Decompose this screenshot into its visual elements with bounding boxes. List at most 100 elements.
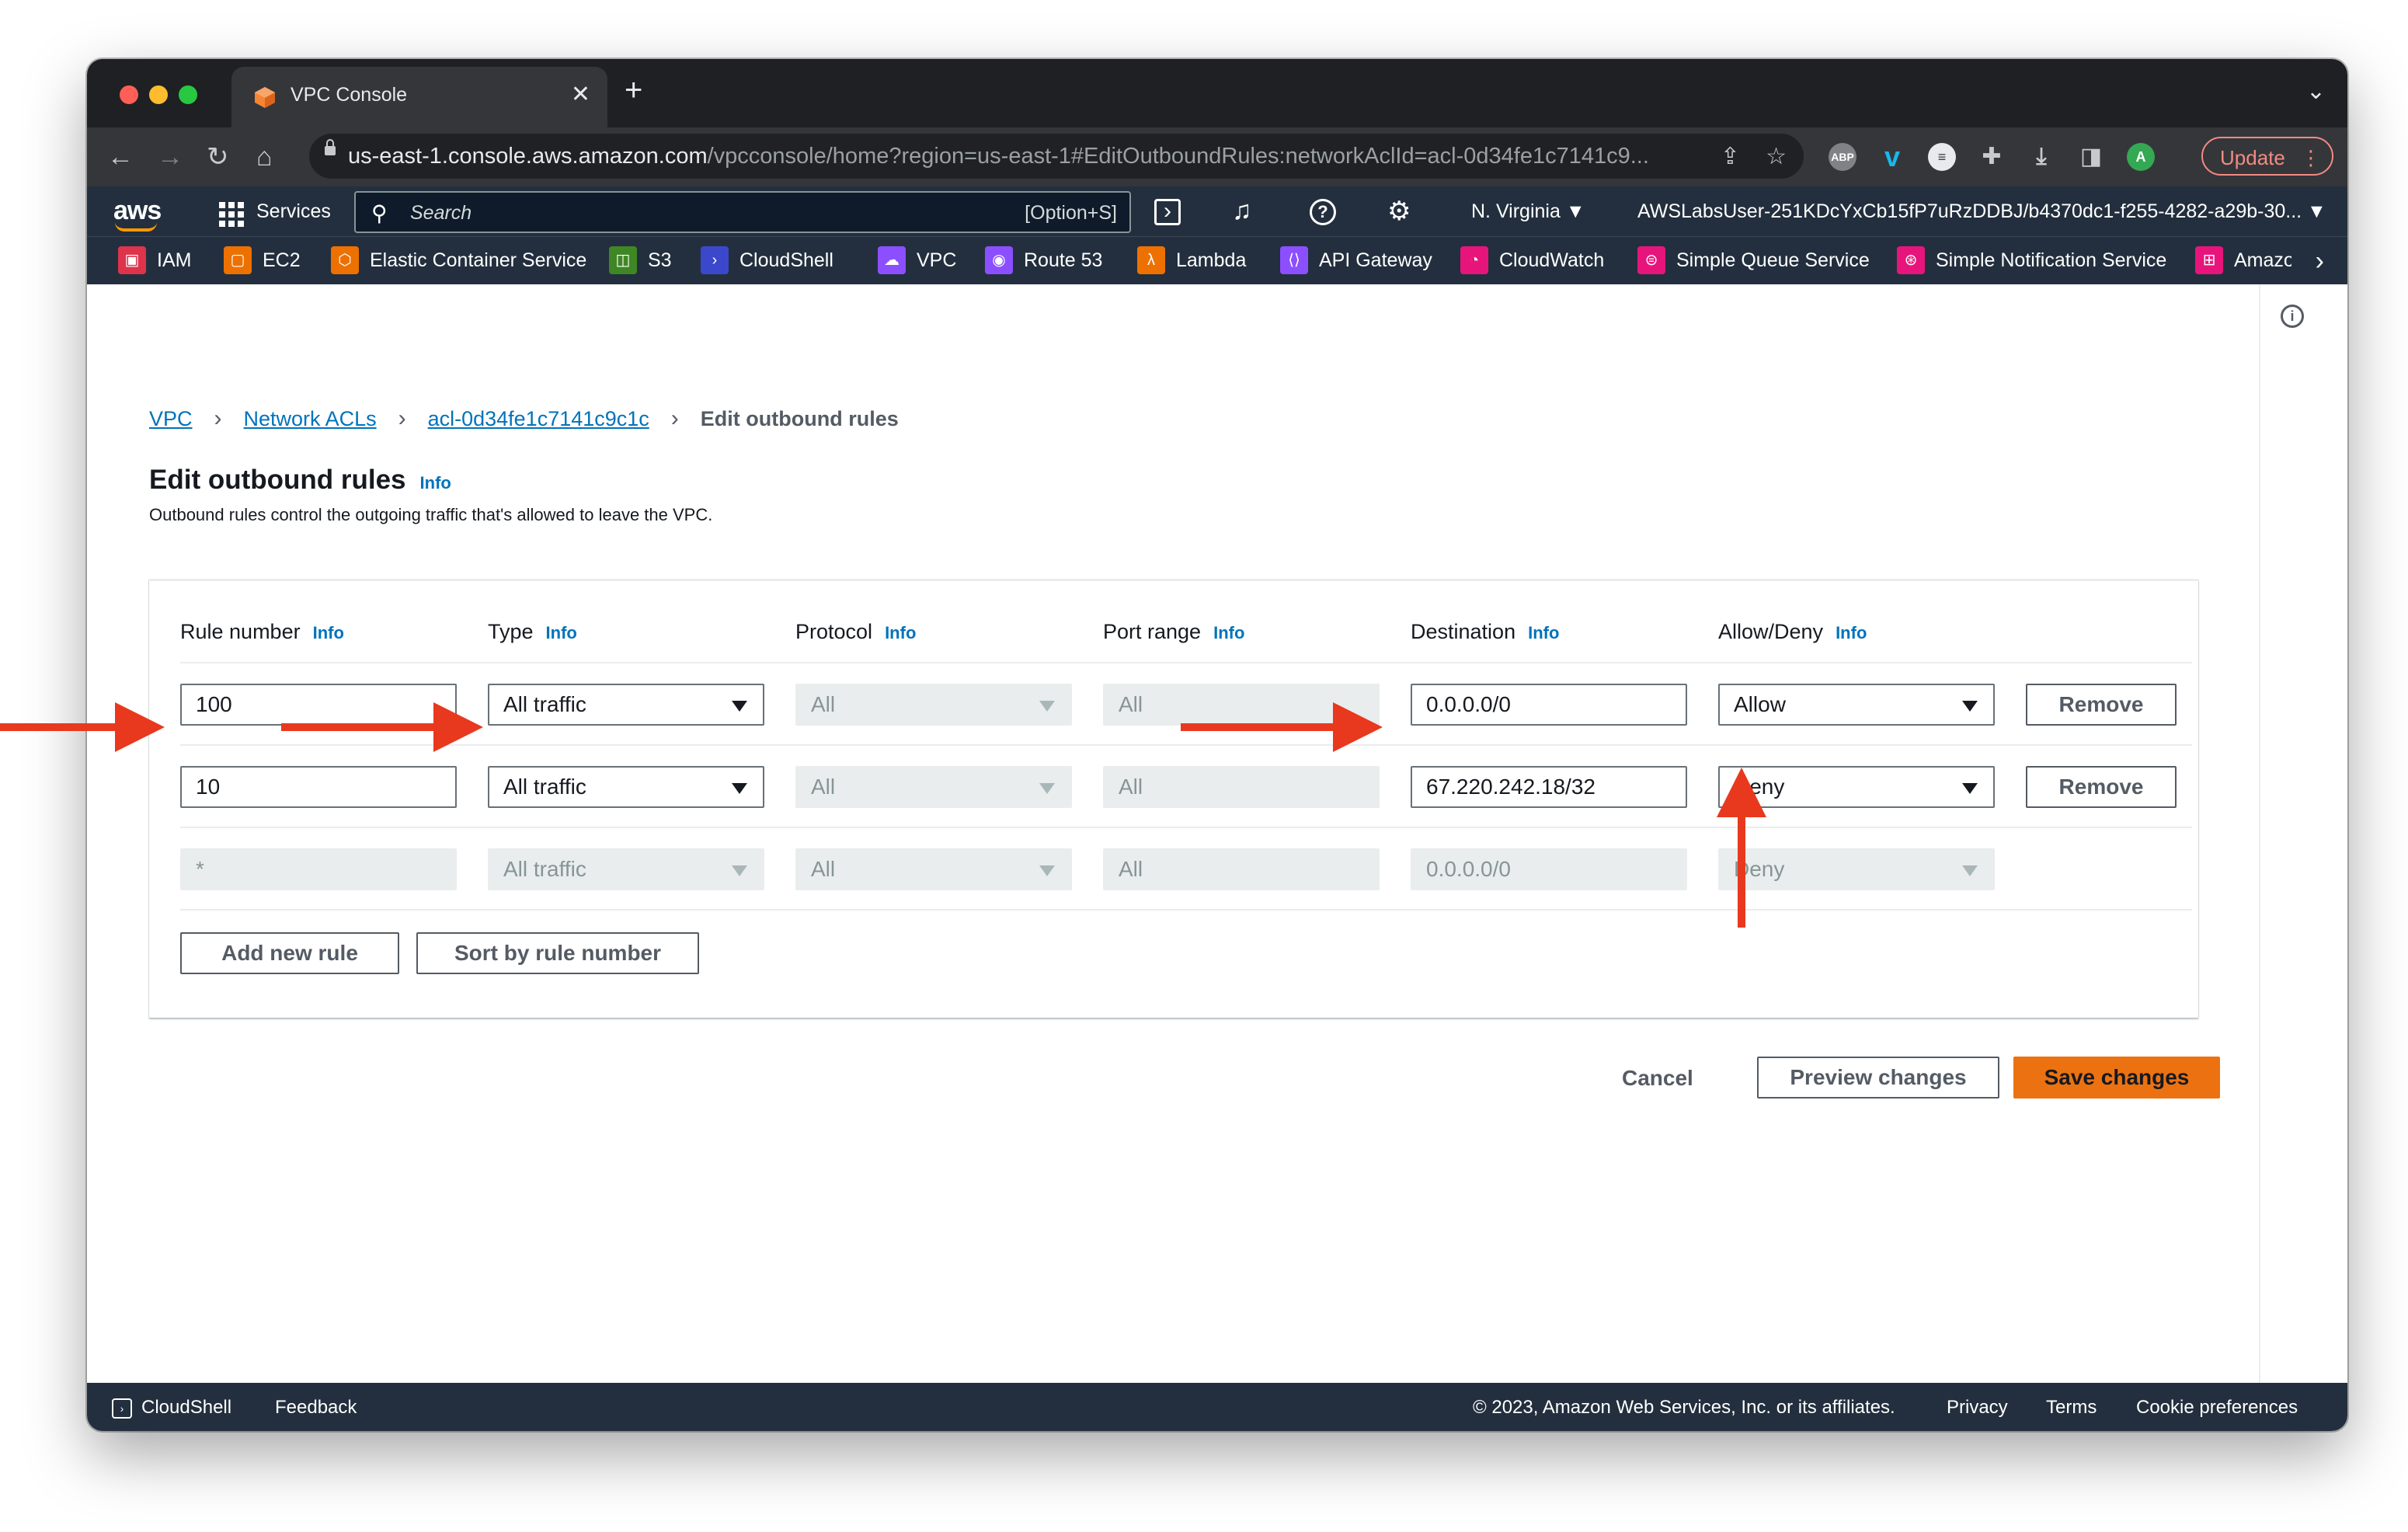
remove-rule-button[interactable]: Remove [2026, 766, 2177, 808]
cloudshell-icon: › [112, 1398, 132, 1419]
zoom-window-button[interactable] [179, 85, 197, 104]
close-tab-icon[interactable]: ✕ [571, 81, 590, 108]
add-new-rule-button[interactable]: Add new rule [180, 932, 399, 974]
type-select[interactable]: All traffic [488, 684, 764, 726]
kebab-menu-icon[interactable]: ⋮ [2301, 138, 2321, 177]
footer-feedback[interactable]: Feedback [275, 1397, 357, 1419]
browser-tab[interactable]: VPC Console ✕ [231, 67, 607, 127]
chevron-right-icon: › [398, 406, 406, 431]
region-selector[interactable]: N. Virginia ▼ [1471, 200, 1585, 223]
caret-down-icon [732, 783, 747, 794]
lock-icon [325, 139, 336, 155]
cloudshell-icon[interactable]: › [1154, 199, 1181, 225]
protocol-select: All [795, 766, 1072, 808]
help-icon[interactable]: ? [1310, 199, 1336, 225]
aws-logo-smile [115, 222, 157, 232]
address-bar[interactable]: us-east-1.console.aws.amazon.com/vpccons… [309, 134, 1804, 179]
profile-avatar[interactable]: A [2127, 143, 2155, 171]
console-footer: › CloudShell Feedback © 2023, Amazon Web … [87, 1383, 2347, 1431]
favorite-cloudwatch[interactable]: ◔ CloudWatch [1460, 246, 1604, 277]
update-button[interactable]: Update ⋮ [2201, 137, 2333, 176]
info-panel-icon[interactable]: i [2281, 305, 2304, 328]
menu-extension-icon[interactable]: ≡ [1928, 143, 1956, 171]
ec2-icon: ▢ [224, 246, 252, 274]
new-tab-icon[interactable]: + [625, 73, 642, 108]
favorite-route53[interactable]: ◉ Route 53 [985, 246, 1102, 277]
favorite-vpc[interactable]: ☁ VPC [878, 246, 956, 277]
destination-input[interactable]: 67.220.242.18/32 [1411, 766, 1687, 808]
side-panel-icon[interactable]: ◨ [2077, 143, 2105, 171]
page-info-link[interactable]: Info [420, 473, 451, 493]
info-link[interactable]: Info [546, 623, 577, 642]
type-select: All traffic [488, 848, 764, 890]
notifications-bell-icon[interactable]: ♫ [1232, 196, 1252, 226]
favorite-cloudshell[interactable]: › CloudShell [701, 246, 833, 277]
caret-down-icon [1962, 865, 1978, 876]
breadcrumb: VPC › Network ACLs › acl-0d34fe1c7141c9c1c › E… [149, 406, 899, 432]
iam-icon: ▣ [118, 246, 146, 274]
settings-gear-icon[interactable]: ⚙ [1387, 196, 1411, 227]
favorite-sns[interactable]: ⊛ Simple Notification Service [1897, 246, 2166, 277]
favorite-ec2[interactable]: ▢ EC2 [224, 246, 301, 277]
destination-input[interactable]: 0.0.0.0/0 [1411, 684, 1687, 726]
home-icon[interactable]: ⌂ [256, 138, 273, 176]
console-search-input[interactable]: ⚲ Search [Option+S] [354, 191, 1131, 233]
services-grid-icon[interactable] [219, 202, 244, 227]
preview-changes-button[interactable]: Preview changes [1757, 1057, 1999, 1099]
rule-number-input[interactable]: 100 [180, 684, 457, 726]
share-icon[interactable]: ⇪ [1721, 143, 1740, 170]
vimeo-extension-icon[interactable]: v [1878, 143, 1906, 171]
lambda-icon: λ [1137, 246, 1165, 274]
api-gateway-icon: ⟨⟩ [1280, 246, 1308, 274]
s3-icon: ◫ [609, 246, 637, 274]
back-arrow-icon[interactable]: ← [107, 138, 134, 176]
footer-cloudshell[interactable]: › CloudShell [112, 1397, 231, 1419]
sort-by-rule-number-button[interactable]: Sort by rule number [416, 932, 699, 974]
download-icon[interactable]: ⤓ [2027, 143, 2055, 171]
service-icon: ⊞ [2195, 246, 2223, 274]
header-port-range: Port range Info [1103, 620, 1245, 643]
chevron-right-icon[interactable]: › [2316, 246, 2324, 277]
favorite-sqs[interactable]: ⊜ Simple Queue Service [1637, 246, 1870, 277]
footer-terms[interactable]: Terms [2046, 1397, 2097, 1419]
reload-icon[interactable]: ↻ [207, 138, 229, 176]
account-menu[interactable]: AWSLabsUser-251KDcYxCb15fP7uRzDDBJ/b4370… [1637, 200, 2326, 223]
footer-privacy[interactable]: Privacy [1947, 1397, 2008, 1419]
breadcrumb-network-acls[interactable]: Network ACLs [244, 407, 377, 430]
bookmark-star-icon[interactable]: ☆ [1766, 143, 1787, 170]
favorite-ecs[interactable]: ⬡ Elastic Container Service [331, 246, 586, 277]
close-window-button[interactable] [120, 85, 138, 104]
search-shortcut: [Option+S] [1025, 202, 1117, 224]
vpc-icon: ☁ [878, 246, 906, 274]
header-destination: Destination Info [1411, 620, 1560, 643]
tab-search-chevron-icon[interactable]: ⌄ [2306, 78, 2326, 105]
info-link[interactable]: Info [885, 623, 916, 642]
tools-rail: i [2259, 284, 2347, 1429]
remove-rule-button[interactable]: Remove [2026, 684, 2177, 726]
type-select[interactable]: All traffic [488, 766, 764, 808]
extensions-puzzle-icon[interactable]: ✚ [1978, 143, 2006, 171]
favorite-lambda[interactable]: λ Lambda [1137, 246, 1246, 277]
save-changes-button[interactable]: Save changes [2013, 1057, 2220, 1099]
cancel-button[interactable]: Cancel [1622, 1066, 1693, 1091]
caret-down-icon [732, 865, 747, 876]
favorite-iam[interactable]: ▣ IAM [118, 246, 191, 277]
search-placeholder: Search [410, 202, 472, 224]
rule-number-input[interactable]: 10 [180, 766, 457, 808]
info-link[interactable]: Info [1836, 623, 1867, 642]
breadcrumb-vpc[interactable]: VPC [149, 407, 193, 430]
info-link[interactable]: Info [1213, 623, 1244, 642]
allow-deny-select[interactable]: Allow [1718, 684, 1995, 726]
adblock-extension-icon[interactable]: ABP [1829, 143, 1856, 171]
info-link[interactable]: Info [1528, 623, 1559, 642]
breadcrumb-acl-id[interactable]: acl-0d34fe1c7141c9c1c [428, 407, 649, 430]
favorite-api-gateway[interactable]: ⟨⟩ API Gateway [1280, 246, 1432, 277]
services-menu[interactable]: Services [256, 200, 331, 223]
minimize-window-button[interactable] [149, 85, 168, 104]
forward-arrow-icon[interactable]: → [157, 138, 183, 176]
info-link[interactable]: Info [313, 623, 344, 642]
favorite-more-service[interactable]: ⊞ Amazo [2195, 246, 2291, 277]
footer-cookie-preferences[interactable]: Cookie preferences [2136, 1397, 2298, 1419]
url-text[interactable]: us-east-1.console.aws.amazon.com/vpccons… [348, 144, 1738, 169]
favorite-s3[interactable]: ◫ S3 [609, 246, 672, 277]
